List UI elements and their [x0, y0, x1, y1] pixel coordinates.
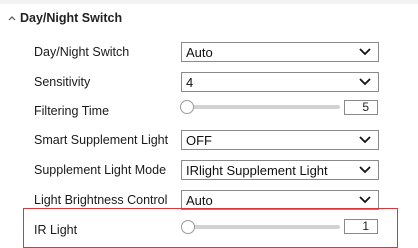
supplement-light-mode-select[interactable]: IRlight Supplement Light	[181, 160, 379, 180]
supplement-light-mode-label: Supplement Light Mode	[34, 163, 167, 177]
sensitivity-value: 4	[186, 74, 194, 90]
slider-thumb[interactable]	[180, 100, 194, 114]
slider-thumb[interactable]	[181, 220, 195, 234]
section-header-day-night-switch[interactable]: Day/Night Switch	[6, 9, 122, 27]
filtering-time-value-box[interactable]: 5	[344, 100, 378, 115]
sensitivity-select[interactable]: 4	[181, 72, 379, 92]
smart-supplement-light-select[interactable]: OFF	[181, 130, 379, 150]
filtering-time-slider[interactable]	[180, 100, 340, 114]
caret-up-icon	[8, 16, 16, 21]
chevron-down-icon	[359, 78, 371, 86]
day-night-switch-label: Day/Night Switch	[34, 45, 130, 59]
filtering-time-label: Filtering Time	[34, 104, 110, 118]
smart-supplement-light-label: Smart Supplement Light	[34, 133, 169, 147]
light-brightness-control-select[interactable]: Auto	[181, 190, 379, 210]
day-night-switch-select[interactable]: Auto	[181, 42, 379, 62]
ir-light-label: IR Light	[34, 223, 78, 237]
top-strip	[0, 0, 418, 4]
chevron-down-icon	[359, 196, 371, 204]
supplement-light-mode-value: IRlight Supplement Light	[186, 162, 328, 178]
section-title: Day/Night Switch	[20, 11, 123, 25]
slider-track	[186, 105, 340, 109]
smart-supplement-light-value: OFF	[186, 132, 212, 148]
sensitivity-label: Sensitivity	[34, 75, 91, 89]
chevron-down-icon	[359, 48, 371, 56]
light-brightness-control-value: Auto	[186, 192, 213, 208]
ir-light-slider[interactable]	[180, 220, 340, 234]
chevron-down-icon	[359, 136, 371, 144]
chevron-down-icon	[359, 166, 371, 174]
day-night-switch-value: Auto	[186, 44, 213, 60]
ir-light-value-box[interactable]: 1	[344, 219, 378, 234]
slider-track	[186, 225, 340, 229]
light-brightness-control-label: Light Brightness Control	[34, 193, 168, 207]
